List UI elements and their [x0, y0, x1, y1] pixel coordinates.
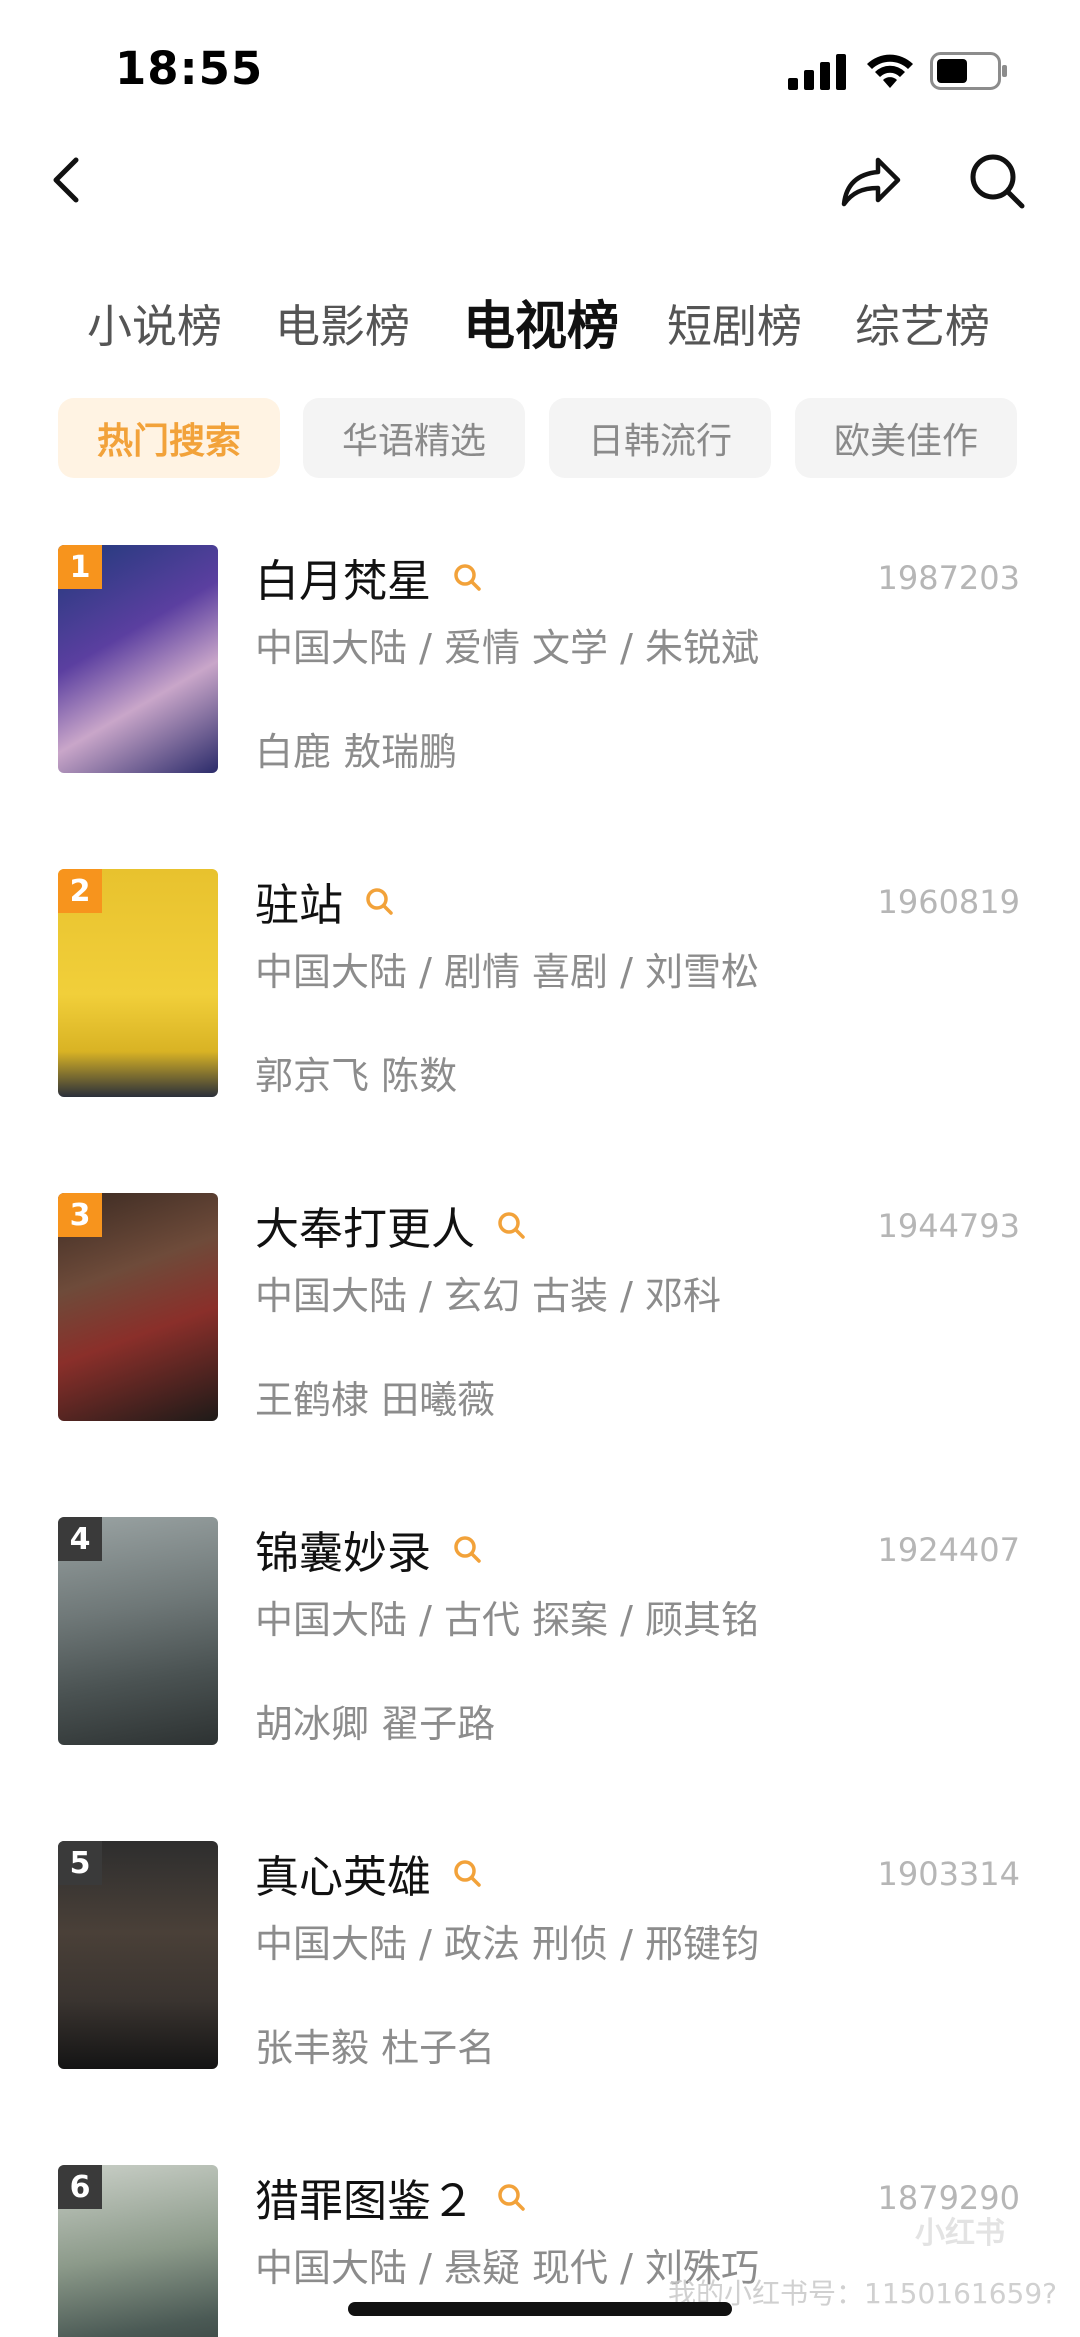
item-meta: 中国大陆 / 剧情 喜剧 / 刘雪松 [255, 950, 760, 994]
battery-icon [930, 52, 1007, 90]
poster-image: 3 [58, 1193, 218, 1421]
search-icon [454, 1536, 481, 1563]
poster-image: 5 [58, 1841, 218, 2069]
rank-badge: 5 [58, 1841, 102, 1885]
search-icon [366, 888, 393, 915]
list-item[interactable]: 4 锦囊妙录 1924407 中国大陆 / 古代 探案 / 顾其铭 胡冰卿 翟子… [0, 1517, 1080, 1747]
item-meta: 中国大陆 / 爱情 文学 / 朱锐斌 [255, 626, 760, 670]
search-icon [454, 1860, 481, 1887]
item-title: 白月梵星 [255, 556, 431, 607]
search-icon [498, 1212, 525, 1239]
tab-short-drama[interactable]: 短剧榜 [667, 290, 802, 355]
item-title: 真心英雄 [255, 1852, 431, 1903]
chip-chinese-picks[interactable]: 华语精选 [303, 398, 525, 478]
search-icon [454, 564, 481, 591]
item-cast: 白鹿 敖瑞鹏 [255, 730, 458, 774]
rank-badge: 3 [58, 1193, 102, 1237]
item-cast: 王鹤棣 田曦薇 [255, 1378, 496, 1422]
list-item[interactable]: 1 白月梵星 1987203 中国大陆 / 爱情 文学 / 朱锐斌 白鹿 敖瑞鹏 [0, 545, 1080, 775]
list-item[interactable]: 3 大奉打更人 1944793 中国大陆 / 玄幻 古装 / 邓科 王鹤棣 田曦… [0, 1193, 1080, 1423]
tab-tv[interactable]: 电视榜 [463, 284, 619, 359]
tab-variety[interactable]: 综艺榜 [855, 290, 990, 355]
item-cast: 张丰毅 杜子名 [255, 2026, 496, 2070]
category-tabs: 小说榜 电影榜 电视榜 短剧榜 综艺榜 [0, 290, 1080, 370]
item-meta: 中国大陆 / 玄幻 古装 / 邓科 [255, 1274, 722, 1318]
rank-badge: 1 [58, 545, 102, 589]
item-cast: 郭京飞 陈数 [255, 1054, 458, 1098]
poster-image: 2 [58, 869, 218, 1097]
chip-hot-search[interactable]: 热门搜索 [58, 398, 280, 478]
rank-badge: 2 [58, 869, 102, 913]
item-title: 大奉打更人 [255, 1204, 475, 1255]
item-meta: 中国大陆 / 古代 探案 / 顾其铭 [255, 1598, 760, 1642]
chip-western[interactable]: 欧美佳作 [795, 398, 1017, 478]
search-icon [498, 2184, 525, 2211]
item-meta: 中国大陆 / 政法 刑侦 / 邢键钧 [255, 1922, 760, 1966]
chip-jp-kr[interactable]: 日韩流行 [549, 398, 771, 478]
list-item[interactable]: 2 驻站 1960819 中国大陆 / 剧情 喜剧 / 刘雪松 郭京飞 陈数 [0, 869, 1080, 1099]
home-indicator[interactable] [348, 2302, 732, 2316]
share-icon[interactable] [838, 150, 904, 210]
tab-novel[interactable]: 小说榜 [87, 290, 222, 355]
wifi-icon [867, 54, 913, 88]
rank-badge: 4 [58, 1517, 102, 1561]
tab-movie[interactable]: 电影榜 [275, 290, 410, 355]
poster-image: 4 [58, 1517, 218, 1745]
filter-chips: 热门搜索 华语精选 日韩流行 欧美佳作 [0, 398, 1080, 480]
search-count: 1924407 [877, 1531, 1020, 1569]
back-icon[interactable] [42, 150, 92, 210]
search-count: 1903314 [877, 1855, 1020, 1893]
status-time: 18:55 [115, 42, 264, 95]
search-count: 1960819 [877, 883, 1020, 921]
item-title: 锦囊妙录 [255, 1528, 431, 1579]
search-count: 1944793 [877, 1207, 1020, 1245]
status-bar: 18:55 [0, 0, 1080, 120]
poster-image: 6 [58, 2165, 218, 2337]
item-title: 驻站 [255, 880, 343, 931]
list-item[interactable]: 5 真心英雄 1903314 中国大陆 / 政法 刑侦 / 邢键钧 张丰毅 杜子… [0, 1841, 1080, 2071]
signal-icon [788, 54, 846, 90]
watermark-logo: 小红书 [915, 2216, 1005, 2251]
search-icon[interactable] [966, 150, 1028, 212]
item-cast: 胡冰卿 翟子路 [255, 1702, 496, 1746]
poster-image: 1 [58, 545, 218, 773]
nav-bar [0, 130, 1080, 230]
rank-badge: 6 [58, 2165, 102, 2209]
item-title: 猎罪图鉴２ [255, 2176, 475, 2227]
search-count: 1987203 [877, 559, 1020, 597]
